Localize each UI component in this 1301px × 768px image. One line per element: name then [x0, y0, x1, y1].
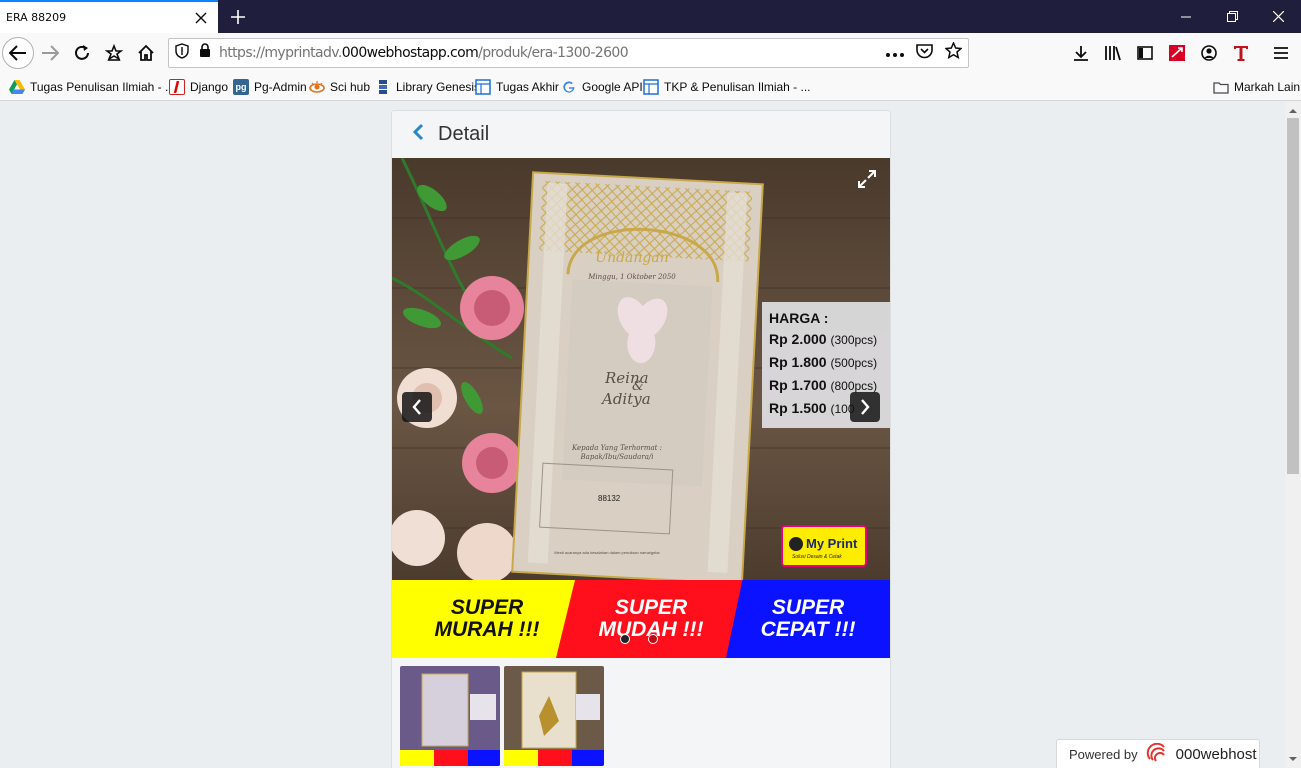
- pgadmin-icon: pg: [233, 79, 249, 95]
- tab-bar: ERA 88209: [0, 0, 1301, 33]
- url-bar[interactable]: https://myprintadv.000webhostapp.com/pro…: [168, 38, 969, 68]
- extension-red-icon[interactable]: [1165, 41, 1189, 65]
- carousel-prev-button[interactable]: [402, 392, 432, 422]
- fullscreen-icon[interactable]: [854, 166, 880, 192]
- product-detail-card: Detail Undangan Minggu, 1 Oktober 2050 R…: [391, 110, 891, 768]
- bookmark-library-genesis[interactable]: Library Genesis: [375, 78, 480, 96]
- logo-tagline-text: Solusi Desain & Cetak: [792, 554, 842, 560]
- myprint-logo: My Print Solusi Desain & Cetak: [781, 525, 867, 567]
- webhost-logo-icon: [1146, 742, 1168, 766]
- card-footer-text: Mesti acaranya ada kesalahan dalam penul…: [554, 550, 660, 555]
- bookmark-sci-hub[interactable]: Sci hub: [309, 78, 370, 96]
- card-date-text: Minggu, 1 Oktober 2050: [587, 273, 676, 281]
- menu-icon[interactable]: [1269, 41, 1293, 65]
- folder-icon: [1213, 79, 1229, 95]
- account-icon[interactable]: [1197, 41, 1221, 65]
- reload-button[interactable]: [66, 37, 98, 69]
- pocket-bookmark-icon[interactable]: [98, 37, 130, 69]
- page-scrollbar[interactable]: [1285, 102, 1301, 768]
- thumbnail-2[interactable]: [504, 666, 604, 766]
- libgen-icon: [375, 79, 391, 95]
- minimize-button[interactable]: [1163, 0, 1209, 33]
- restore-button[interactable]: [1209, 0, 1255, 33]
- banner-super-mudah: SUPER MUDAH !!!: [556, 580, 746, 658]
- page-actions-icon[interactable]: [886, 44, 904, 62]
- card-to-label: Kepada Yang Terhormat :: [571, 444, 662, 452]
- price-row: Rp 1.800 (500pcs): [769, 354, 878, 370]
- scroll-up-icon[interactable]: [1285, 104, 1301, 118]
- pocket-icon[interactable]: [916, 43, 933, 64]
- page-viewport: Detail Undangan Minggu, 1 Oktober 2050 R…: [0, 102, 1285, 768]
- tracking-shield-icon[interactable]: [175, 42, 189, 64]
- banner-super-cepat: SUPER CEPAT !!!: [726, 580, 890, 658]
- scrollbar-thumb[interactable]: [1287, 118, 1299, 474]
- page-icon: [475, 79, 491, 95]
- chevron-left-icon[interactable]: [412, 123, 424, 146]
- close-tab-icon[interactable]: [190, 7, 212, 29]
- bookmark-google-api[interactable]: Google API: [561, 78, 643, 96]
- thumbnail-1[interactable]: [400, 666, 500, 766]
- thumbnail-strip: [400, 666, 604, 766]
- translate-extension-icon[interactable]: [1229, 41, 1253, 65]
- url-text[interactable]: https://myprintadv.000webhostapp.com/pro…: [219, 45, 629, 61]
- promo-banner: SUPER MURAH !!! SUPER MUDAH !!! SUPER CEPAT…: [392, 580, 890, 658]
- detail-header: Detail: [392, 111, 890, 158]
- carousel-next-button[interactable]: [850, 392, 880, 422]
- card-name2-text: Aditya: [600, 390, 651, 408]
- bookmark-django[interactable]: Django: [169, 78, 228, 96]
- carousel-dot[interactable]: [620, 634, 630, 644]
- card-title-text: Undangan: [595, 250, 668, 266]
- browser-tab[interactable]: ERA 88209: [0, 0, 218, 33]
- product-image-carousel[interactable]: Undangan Minggu, 1 Oktober 2050 Reina & …: [392, 158, 890, 658]
- page-icon: [643, 79, 659, 95]
- tab-title: ERA 88209: [6, 11, 67, 24]
- sidebar-icon[interactable]: [1133, 41, 1157, 65]
- forward-button[interactable]: [34, 37, 66, 69]
- bookmarks-toolbar: Tugas Penulisan Ilmiah - ... Django pg P…: [0, 73, 1301, 101]
- scroll-down-icon[interactable]: [1285, 752, 1301, 766]
- library-icon[interactable]: [1101, 41, 1125, 65]
- carousel-dots: [620, 634, 658, 644]
- page-title: Detail: [438, 123, 490, 145]
- django-icon: [169, 79, 185, 95]
- navigation-toolbar: https://myprintadv.000webhostapp.com/pro…: [0, 33, 1301, 73]
- scihub-icon: [309, 79, 325, 95]
- google-icon: [561, 79, 577, 95]
- bookmark-tugas-akhir[interactable]: Tugas Akhir: [475, 78, 559, 96]
- lock-icon[interactable]: [199, 43, 211, 63]
- banner-super-murah: SUPER MURAH !!!: [392, 580, 582, 658]
- bookmark-tkp-penulisan[interactable]: TKP & Penulisan Ilmiah - ...: [643, 78, 811, 96]
- bookmark-tugas-penulisan[interactable]: Tugas Penulisan Ilmiah - ...: [9, 78, 175, 96]
- carousel-dot[interactable]: [648, 634, 658, 644]
- back-button[interactable]: [2, 37, 34, 69]
- bookmark-pg-admin[interactable]: pg Pg-Admin: [233, 78, 307, 96]
- logo-name-text: My Print: [806, 536, 858, 551]
- card-code-text: 88132: [598, 494, 621, 503]
- new-tab-button[interactable]: [224, 4, 252, 30]
- download-icon[interactable]: [1069, 41, 1093, 65]
- powered-by-badge[interactable]: Powered by 000webhost: [1056, 739, 1260, 768]
- other-bookmarks-folder[interactable]: Markah Lain: [1213, 78, 1300, 96]
- home-button[interactable]: [130, 37, 162, 69]
- price-heading: HARGA :: [769, 310, 829, 326]
- price-row: Rp 2.000 (300pcs): [769, 331, 878, 347]
- star-bookmark-icon[interactable]: [944, 41, 963, 64]
- card-to-sub: Bapak/Ibu/Saudara/i: [580, 453, 654, 461]
- close-window-button[interactable]: [1255, 0, 1301, 33]
- google-drive-icon: [9, 79, 25, 95]
